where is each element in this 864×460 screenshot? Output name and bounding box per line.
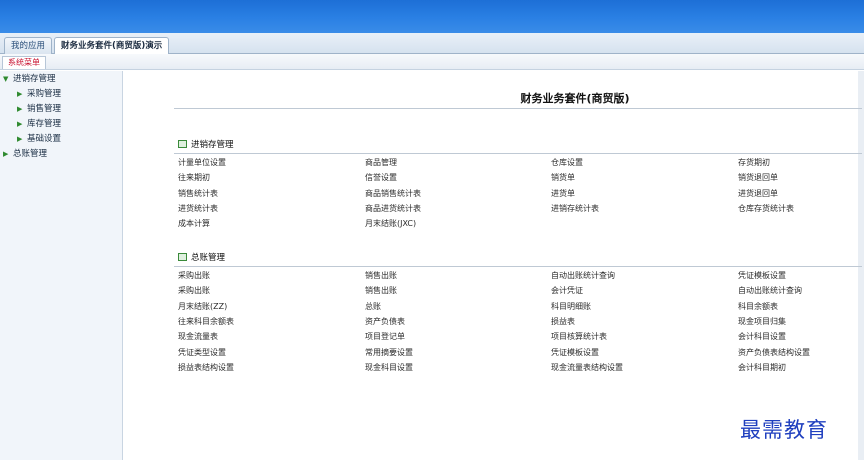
window-icon [178, 253, 187, 261]
menu-link[interactable]: 现金流量表结构设置 [551, 362, 623, 374]
sidebar-item-general-ledger[interactable]: ▶ 总账管理 [3, 147, 47, 162]
watermark: 最需教育 [740, 418, 828, 442]
menu-link[interactable]: 损益表 [551, 316, 575, 328]
section-heading-ledger: 总账管理 [178, 252, 225, 264]
menu-link[interactable]: 商品销售统计表 [365, 188, 421, 200]
menu-link[interactable]: 商品管理 [365, 157, 397, 169]
sidebar-item-label: 进销存管理 [13, 74, 56, 84]
menu-link[interactable]: 常用摘要设置 [365, 347, 413, 359]
divider [174, 108, 862, 109]
menu-link[interactable]: 商品进货统计表 [365, 203, 421, 215]
menu-link[interactable]: 资产负债表 [365, 316, 405, 328]
menu-link[interactable]: 成本计算 [178, 218, 210, 230]
menu-link[interactable]: 项目核算统计表 [551, 331, 607, 343]
tab-finance-suite-demo[interactable]: 财务业务套件(商贸版)演示 [54, 37, 170, 55]
menu-link[interactable]: 销售统计表 [178, 188, 218, 200]
sidebar-item-sales[interactable]: ▶ 销售管理 [17, 102, 61, 117]
collapsed-triangle-icon: ▶ [17, 90, 23, 98]
page-title: 财务业务套件(商贸版) [520, 92, 630, 105]
sidebar-item-basic-settings[interactable]: ▶ 基础设置 [17, 132, 61, 147]
menu-link[interactable]: 科目明细账 [551, 301, 591, 313]
menu-link[interactable]: 信誉设置 [365, 172, 397, 184]
sidebar-item-label: 采购管理 [27, 89, 62, 99]
sidebar-item-label: 库存管理 [27, 119, 62, 129]
menu-link[interactable]: 会计凭证 [551, 285, 583, 297]
menu-link[interactable]: 往来科目余额表 [178, 316, 234, 328]
tab-system-menu[interactable]: 系统菜单 [2, 56, 46, 69]
divider [174, 153, 862, 154]
menu-link[interactable]: 项目登记单 [365, 331, 405, 343]
menu-link[interactable]: 采购出账 [178, 285, 210, 297]
tab-my-apps[interactable]: 我的应用 [4, 37, 53, 54]
menu-link[interactable]: 资产负债表结构设置 [738, 347, 810, 359]
menu-link[interactable]: 存货期初 [738, 157, 770, 169]
menu-link[interactable]: 凭证模板设置 [551, 347, 599, 359]
sidebar-item-stock[interactable]: ▶ 库存管理 [17, 117, 61, 132]
sidebar-item-label: 基础设置 [27, 134, 62, 144]
menu-link[interactable]: 进货单 [551, 188, 575, 200]
menu-link[interactable]: 销货单 [551, 172, 575, 184]
menu-link[interactable]: 凭证模板设置 [738, 270, 786, 282]
menu-link[interactable]: 损益表结构设置 [178, 362, 234, 374]
tab-strip: 我的应用 财务业务套件(商贸版)演示 [0, 33, 864, 55]
sidebar-item-label: 销售管理 [27, 104, 62, 114]
menu-link[interactable]: 现金流量表 [178, 331, 218, 343]
menu-link[interactable]: 仓库存货统计表 [738, 203, 794, 215]
sidebar-item-label: 总账管理 [13, 149, 48, 159]
menu-link[interactable]: 进货统计表 [178, 203, 218, 215]
menu-link[interactable]: 采购出账 [178, 270, 210, 282]
menu-link[interactable]: 自动出账统计查询 [738, 285, 802, 297]
menu-link[interactable]: 销售出账 [365, 270, 397, 282]
collapsed-triangle-icon: ▶ [17, 135, 23, 143]
sidebar-item-purchase[interactable]: ▶ 采购管理 [17, 87, 61, 102]
menu-link[interactable]: 现金科目设置 [365, 362, 413, 374]
menu-link[interactable]: 销售出账 [365, 285, 397, 297]
menu-link[interactable]: 销货退回单 [738, 172, 778, 184]
menu-link[interactable]: 进货退回单 [738, 188, 778, 200]
menu-link[interactable]: 科目余额表 [738, 301, 778, 313]
menu-link[interactable]: 仓库设置 [551, 157, 583, 169]
expanded-triangle-icon: ▼ [3, 75, 9, 83]
section-heading-inventory: 进销存管理 [178, 139, 234, 151]
window-icon [178, 140, 187, 148]
collapsed-triangle-icon: ▶ [3, 150, 9, 158]
menu-link[interactable]: 会计科目设置 [738, 331, 786, 343]
sidebar: ▼ 进销存管理 ▶ 采购管理 ▶ 销售管理 ▶ 库存管理 ▶ 基础设置 ▶ 总账管理 [0, 71, 123, 460]
menu-link[interactable]: 进销存统计表 [551, 203, 599, 215]
section-heading-label: 进销存管理 [191, 140, 234, 150]
section-heading-label: 总账管理 [191, 253, 226, 263]
menu-link[interactable]: 凭证类型设置 [178, 347, 226, 359]
divider [174, 266, 862, 267]
menu-link[interactable]: 自动出账统计查询 [551, 270, 615, 282]
sidebar-item-inventory[interactable]: ▼ 进销存管理 [3, 72, 56, 87]
collapsed-triangle-icon: ▶ [17, 120, 23, 128]
menu-link[interactable]: 月末结账(ZZ) [178, 301, 227, 313]
menu-link[interactable]: 现金项目归集 [738, 316, 786, 328]
sub-tab-bar: 系统菜单 [0, 54, 864, 70]
menu-link[interactable]: 会计科目期初 [738, 362, 786, 374]
menu-link[interactable]: 计量单位设置 [178, 157, 226, 169]
menu-link[interactable]: 月末结账(JXC) [365, 218, 416, 230]
menu-link[interactable]: 总账 [365, 301, 381, 313]
collapsed-triangle-icon: ▶ [17, 105, 23, 113]
top-banner [0, 0, 864, 33]
menu-link[interactable]: 往来期初 [178, 172, 210, 184]
